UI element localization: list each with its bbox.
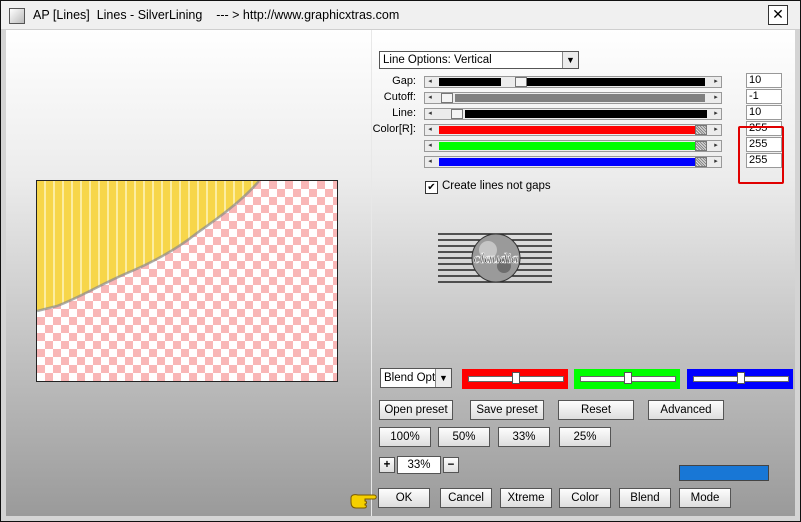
slider-1[interactable]: ◂ ▸ [424,76,722,88]
logo-text: claudia [474,251,519,267]
window-title: AP [Lines] Lines - SilverLining --- > ht… [33,8,400,22]
slider-4[interactable]: ◂ ▸ [424,124,722,136]
slider-value-field[interactable]: 10 [746,73,782,88]
blend-options-select[interactable]: Blend Options ▼ [380,368,452,388]
slider-3[interactable]: ◂ ▸ [424,108,722,120]
preview-artwork [37,181,260,313]
slider-thumb[interactable] [441,93,453,103]
color-indicator-bar [679,465,769,481]
xtreme-button[interactable]: Xtreme [500,488,552,508]
create-lines-checkbox[interactable]: ✔ [425,181,438,194]
line-options-select[interactable]: Line Options: Vertical ▼ [379,51,579,69]
slider-thumb[interactable] [451,109,463,119]
slider-6[interactable]: ◂ ▸ [424,156,722,168]
pointing-hand-icon [350,494,377,509]
slider-label: Color[R]: [372,123,416,135]
color-box-2[interactable] [574,369,680,389]
highlight-frame [738,126,784,184]
slider-track [455,94,705,102]
chevron-down-icon[interactable]: ▼ [435,369,451,387]
advanced-button[interactable]: Advanced [648,400,724,420]
slider-left-arrow-icon[interactable]: ◂ [425,125,435,135]
slider-thumb[interactable] [515,77,528,87]
slider-track [439,158,707,166]
slider-left-arrow-icon[interactable]: ◂ [425,157,435,167]
slider-track [525,78,705,86]
zoom-25-button[interactable]: 25% [559,427,611,447]
mini-slider-thumb[interactable] [512,372,520,384]
save-preset-button[interactable]: Save preset [470,400,544,420]
color-button[interactable]: Color [559,488,611,508]
slider-right-arrow-icon[interactable]: ▸ [711,157,721,167]
slider-5[interactable]: ◂ ▸ [424,140,722,152]
slider-track [439,142,707,150]
title-bar: AP [Lines] Lines - SilverLining --- > ht… [1,1,800,30]
slider-right-arrow-icon[interactable]: ▸ [711,141,721,151]
slider-track [465,110,707,118]
mini-slider-thumb[interactable] [624,372,632,384]
slider-value-field[interactable]: 10 [746,105,782,120]
slider-track [439,78,502,86]
slider-2[interactable]: ◂ ▸ [424,92,722,104]
slider-thumb[interactable] [695,125,707,135]
client-area: Line Options: Vertical ▼ Gap: ◂ ▸ 10 Cutoff:… [6,30,795,516]
zoom-50-button[interactable]: 50% [438,427,490,447]
color-box-3[interactable] [687,369,793,389]
mini-slider-thumb[interactable] [737,372,745,384]
slider-label: Cutoff: [383,91,416,103]
reset-button[interactable]: Reset [558,400,634,420]
zoom-out-button[interactable]: − [443,457,459,473]
zoom-value-field[interactable]: 33% [397,456,441,474]
cancel-button[interactable]: Cancel [440,488,492,508]
zoom-100-button[interactable]: 100% [379,427,431,447]
slider-label: Line: [392,107,416,119]
slider-left-arrow-icon[interactable]: ◂ [425,77,435,87]
slider-left-arrow-icon[interactable]: ◂ [425,141,435,151]
close-button[interactable]: ✕ [768,5,788,25]
blend-button[interactable]: Blend [619,488,671,508]
slider-right-arrow-icon[interactable]: ▸ [711,125,721,135]
slider-track [439,126,707,134]
slider-value-field[interactable]: -1 [746,89,782,104]
ok-button[interactable]: OK [378,488,430,508]
mode-button[interactable]: Mode [679,488,731,508]
chevron-down-icon[interactable]: ▼ [562,52,578,68]
preview-image [36,180,338,382]
app-icon [9,8,25,24]
zoom-33-button[interactable]: 33% [498,427,550,447]
claudia-logo: claudia [438,233,552,283]
line-options-value: Line Options: Vertical [383,54,492,66]
slider-left-arrow-icon[interactable]: ◂ [425,109,435,119]
slider-label: Gap: [392,75,416,87]
slider-thumb[interactable] [695,141,707,151]
slider-left-arrow-icon[interactable]: ◂ [425,93,435,103]
zoom-in-button[interactable]: + [379,457,395,473]
create-lines-label: Create lines not gaps [442,180,551,192]
slider-right-arrow-icon[interactable]: ▸ [711,93,721,103]
open-preset-button[interactable]: Open preset [379,400,453,420]
color-box-1[interactable] [462,369,568,389]
slider-right-arrow-icon[interactable]: ▸ [711,77,721,87]
slider-right-arrow-icon[interactable]: ▸ [711,109,721,119]
slider-thumb[interactable] [695,157,707,167]
plugin-window: AP [Lines] Lines - SilverLining --- > ht… [0,0,801,522]
